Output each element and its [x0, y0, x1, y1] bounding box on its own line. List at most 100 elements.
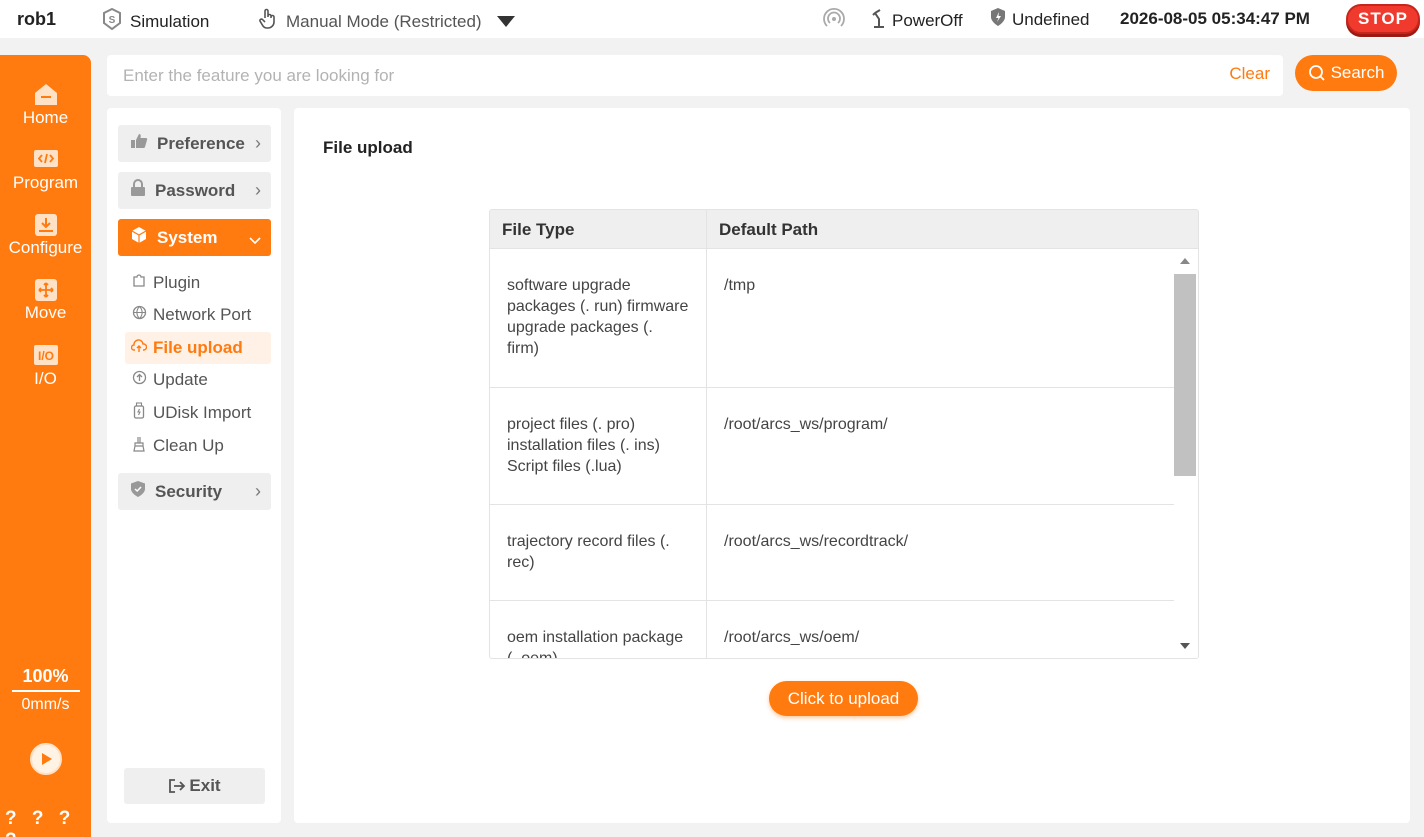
nav-move[interactable]: Move: [0, 277, 91, 323]
svg-text:I/O: I/O: [37, 349, 53, 363]
robot-name: rob1: [17, 9, 57, 29]
subnav-item-network-port[interactable]: Network Port: [125, 299, 271, 331]
table-row: project files (. pro) installation files…: [490, 388, 1174, 505]
table-body[interactable]: software upgrade packages (. run) firmwa…: [490, 249, 1174, 658]
search-button[interactable]: Search: [1295, 55, 1397, 91]
speed-divider: [11, 690, 80, 692]
table-row: software upgrade packages (. run) firmwa…: [490, 249, 1174, 388]
subnav-item-update-label: Update: [153, 370, 208, 389]
subnav-item-plugin-label: Plugin: [153, 273, 201, 292]
emergency-stop-button[interactable]: STOP: [1346, 4, 1420, 34]
group-password[interactable]: Password ›: [118, 172, 271, 209]
power-status[interactable]: PowerOff: [871, 7, 963, 34]
search-icon: [1308, 65, 1325, 81]
cell-default-path: /tmp: [724, 277, 756, 294]
cell-file-type: software upgrade packages (. run) firmwa…: [490, 249, 707, 387]
clear-button[interactable]: Clear: [1229, 64, 1270, 84]
nav-configure[interactable]: Configure: [0, 212, 91, 258]
simulation-label: Simulation: [130, 11, 210, 31]
nav-home-label: Home: [22, 108, 69, 127]
column-header-file-type: File Type: [490, 210, 707, 249]
table-scrollbar[interactable]: [1174, 249, 1198, 658]
chevron-right-icon: ›: [255, 180, 261, 200]
move-icon: [33, 277, 59, 301]
mode-label: Manual Mode (Restricted): [286, 11, 482, 31]
group-preference-label: Preference: [157, 133, 245, 153]
cell-default-path: /root/arcs_ws/program/: [724, 416, 888, 433]
page-title: File upload: [323, 138, 413, 157]
nav-configure-label: Configure: [8, 238, 83, 257]
search-button-label: Search: [1330, 63, 1385, 82]
subnav-item-clean-up[interactable]: Clean Up: [125, 430, 271, 462]
subnav-item-file-upload[interactable]: File upload: [125, 332, 271, 364]
scroll-down-arrow-icon[interactable]: [1180, 643, 1190, 649]
cube-icon: [130, 226, 148, 249]
cell-default-path: /root/arcs_ws/oem/: [724, 629, 860, 646]
cloud-upload-icon: [130, 338, 148, 358]
subnav-item-update[interactable]: Update: [125, 364, 271, 396]
robot-arm-icon: [871, 7, 889, 34]
io-icon: I/O: [33, 343, 59, 367]
search-input[interactable]: Enter the feature you are looking for: [123, 66, 394, 86]
simulation-icon: S: [100, 7, 124, 36]
group-preference[interactable]: Preference ›: [118, 125, 271, 162]
subnav-item-udisk-import-label: UDisk Import: [153, 403, 252, 422]
nav-move-label: Move: [24, 303, 67, 322]
exit-button[interactable]: Exit: [124, 768, 265, 804]
top-bar: rob1 S Simulation Manual Mode (Restricte…: [0, 0, 1424, 38]
usb-icon: [131, 402, 147, 424]
safety-label: Undefined: [1012, 9, 1090, 29]
group-system[interactable]: System: [118, 219, 271, 256]
shield-icon: [990, 7, 1006, 32]
simulation-indicator[interactable]: S Simulation: [100, 7, 209, 36]
signal-icon: [822, 7, 846, 36]
speed-value: 0mm/s: [21, 696, 70, 713]
broom-icon: [131, 436, 147, 457]
group-security[interactable]: Security ›: [118, 473, 271, 510]
play-button[interactable]: [30, 743, 62, 775]
arrow-up-circle-icon: [131, 370, 147, 390]
chevron-down-icon: [249, 229, 261, 250]
subnav-item-network-port-label: Network Port: [153, 305, 252, 324]
cell-file-type: project files (. pro) installation files…: [490, 388, 707, 504]
datetime: 2026-08-05 05:34:47 PM: [1120, 9, 1310, 28]
chevron-right-icon: ›: [255, 133, 261, 153]
status-marks: ? ? ? ?: [5, 808, 76, 837]
mode-selector[interactable]: Manual Mode (Restricted): [256, 7, 515, 36]
nav-program[interactable]: Program: [0, 147, 91, 193]
speed-percent: 100%: [22, 666, 69, 686]
subnav-item-udisk-import[interactable]: UDisk Import: [125, 397, 271, 429]
svg-text:S: S: [109, 15, 116, 26]
exit-button-label: Exit: [189, 776, 221, 795]
table-row: trajectory record files (. rec) /root/ar…: [490, 505, 1174, 601]
group-security-label: Security: [155, 481, 223, 501]
safety-status[interactable]: Undefined: [990, 7, 1090, 32]
subnav-item-clean-up-label: Clean Up: [153, 436, 224, 455]
nav-io[interactable]: I/O I/O: [0, 343, 91, 389]
settings-subnav: Preference › Password › System Plugin Ne…: [107, 108, 281, 823]
scrollbar-thumb[interactable]: [1174, 274, 1196, 476]
speed-display[interactable]: 100% 0mm/s: [0, 666, 91, 714]
exit-icon: [169, 779, 186, 793]
feature-search-box[interactable]: Enter the feature you are looking for Cl…: [107, 55, 1283, 96]
upload-button[interactable]: Click to upload: [769, 681, 918, 716]
hand-pointer-icon: [256, 7, 280, 36]
table-header: File Type Default Path: [490, 210, 1198, 249]
scroll-up-arrow-icon[interactable]: [1180, 258, 1190, 264]
column-header-default-path: Default Path: [719, 219, 819, 239]
play-icon: [42, 753, 52, 765]
table-row: oem installation package (. oem) /root/a…: [490, 601, 1174, 658]
shield-check-icon: [130, 480, 146, 503]
nav-home[interactable]: Home: [0, 82, 91, 128]
globe-icon: [131, 305, 147, 325]
power-label: PowerOff: [892, 10, 963, 30]
file-types-table: File Type Default Path software upgrade …: [489, 209, 1199, 659]
main-nav-rail: Home Program Configure Move I/O I/O 100%…: [0, 55, 91, 837]
puzzle-icon: [131, 273, 147, 293]
subnav-item-plugin[interactable]: Plugin: [125, 267, 271, 299]
cell-file-type: trajectory record files (. rec): [490, 505, 707, 600]
lock-icon: [130, 179, 146, 202]
configure-icon: [33, 212, 59, 236]
code-icon: [33, 147, 59, 171]
nav-io-label: I/O: [34, 369, 57, 388]
